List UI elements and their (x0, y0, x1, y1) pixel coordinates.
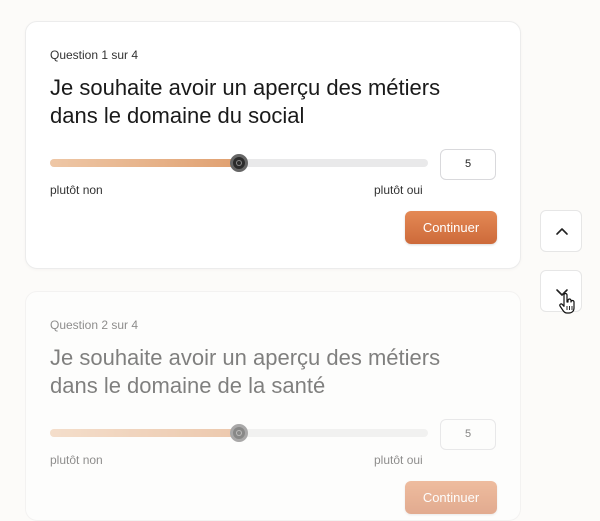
slider-track[interactable] (50, 424, 428, 442)
high-label: plutôt oui (374, 183, 423, 197)
slider-fill (50, 159, 239, 167)
continue-button[interactable]: Continuer (405, 211, 497, 244)
slider-track[interactable] (50, 154, 428, 172)
value-input[interactable]: 5 (440, 419, 496, 450)
question-card-2: Question 2 sur 4 Je souhaite avoir un ap… (25, 291, 521, 521)
low-label: plutôt non (50, 453, 103, 467)
question-title: Je souhaite avoir un aperçu des métiers … (50, 345, 441, 398)
question-card-1: Question 1 sur 4 Je souhaite avoir un ap… (25, 21, 521, 269)
question-number: Question 2 sur 4 (50, 318, 139, 332)
question-title: Je souhaite avoir un aperçu des métiers … (50, 75, 441, 128)
question-number: Question 1 sur 4 (50, 48, 139, 62)
slider-thumb[interactable] (230, 424, 248, 442)
hand-cursor-icon (559, 293, 575, 314)
value-input[interactable]: 5 (440, 149, 496, 180)
slider-thumb[interactable] (230, 154, 248, 172)
chevron-up-icon (556, 228, 568, 235)
slider-fill (50, 429, 239, 437)
high-label: plutôt oui (374, 453, 423, 467)
previous-question-button[interactable] (540, 210, 582, 252)
low-label: plutôt non (50, 183, 103, 197)
